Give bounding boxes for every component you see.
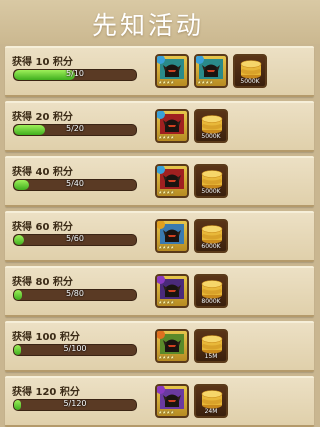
- row-label: 获得 40 积分: [12, 167, 73, 178]
- element-badge-icon: [157, 56, 165, 64]
- progress-text: 5/10: [66, 69, 84, 78]
- progress-text: 5/100: [63, 344, 87, 353]
- hero-reward[interactable]: ★★★★: [155, 219, 189, 253]
- element-badge-icon: [157, 331, 165, 339]
- progress-text: 5/40: [66, 179, 84, 188]
- hero-reward[interactable]: ★★★★: [155, 54, 189, 88]
- reward-row[interactable]: 获得 100 积分 5/100 ★★★★ 15M: [5, 321, 314, 372]
- progress-text: 5/120: [63, 399, 87, 408]
- gold-reward[interactable]: 5000K: [194, 109, 228, 143]
- star-rating-icon: ★★★★: [158, 410, 174, 416]
- star-rating-icon: ★★★★: [197, 80, 213, 86]
- element-badge-icon: [157, 221, 165, 229]
- reward-row[interactable]: 获得 80 积分 5/80 ★★★★ 8000K: [5, 266, 314, 317]
- element-badge-icon: [157, 111, 165, 119]
- reward-row[interactable]: 获得 40 积分 5/40 ★★★★ 5000K: [5, 156, 314, 207]
- reward-amount: 6000K: [201, 243, 221, 250]
- star-rating-icon: ★★★★: [158, 300, 174, 306]
- reward-amount: 5000K: [201, 188, 221, 195]
- progress-text: 5/80: [66, 289, 84, 298]
- progress-bar: 5/40: [13, 179, 137, 191]
- hero-reward[interactable]: ★★★★: [155, 384, 189, 418]
- gold-reward[interactable]: 6000K: [194, 219, 228, 253]
- reward-amount: 24M: [204, 408, 218, 415]
- reward-row[interactable]: 获得 20 积分 5/20 ★★★★ 5000K: [5, 101, 314, 152]
- element-badge-icon: [196, 56, 204, 64]
- star-rating-icon: ★★★★: [158, 245, 174, 251]
- hero-reward[interactable]: ★★★★: [155, 329, 189, 363]
- row-label: 获得 120 积分: [12, 387, 80, 398]
- reward-amount: 5000K: [201, 133, 221, 140]
- reward-row[interactable]: 获得 120 积分 5/120 ★★★★ 24M: [5, 376, 314, 427]
- reward-row[interactable]: 获得 60 积分 5/60 ★★★★ 6000K: [5, 211, 314, 262]
- reward-amount: 8000K: [201, 298, 221, 305]
- reward-amount: 15M: [204, 353, 218, 360]
- star-rating-icon: ★★★★: [158, 80, 174, 86]
- page-title: 先知活动: [92, 11, 205, 40]
- hero-reward[interactable]: ★★★★: [194, 54, 228, 88]
- row-label: 获得 20 积分: [12, 112, 73, 123]
- progress-bar: 5/20: [13, 124, 137, 136]
- progress-text: 5/20: [66, 124, 84, 133]
- row-label: 获得 100 积分: [12, 332, 80, 343]
- gold-reward[interactable]: 24M: [194, 384, 228, 418]
- hero-reward[interactable]: ★★★★: [155, 274, 189, 308]
- row-label: 获得 60 积分: [12, 222, 73, 233]
- hero-reward[interactable]: ★★★★: [155, 164, 189, 198]
- gold-reward[interactable]: 5000K: [194, 164, 228, 198]
- element-badge-icon: [157, 166, 165, 174]
- header: 先知活动: [0, 0, 320, 44]
- star-rating-icon: ★★★★: [158, 355, 174, 361]
- progress-bar: 5/100: [13, 344, 137, 356]
- star-rating-icon: ★★★★: [158, 135, 174, 141]
- gold-reward[interactable]: 5000K: [233, 54, 267, 88]
- reward-row[interactable]: 获得 10 积分 5/10 ★★★★ ★★★★ 5000K: [5, 46, 314, 97]
- progress-bar: 5/60: [13, 234, 137, 246]
- row-label: 获得 80 积分: [12, 277, 73, 288]
- reward-amount: 5000K: [240, 78, 260, 85]
- progress-bar: 5/120: [13, 399, 137, 411]
- gold-reward[interactable]: 15M: [194, 329, 228, 363]
- progress-bar: 5/80: [13, 289, 137, 301]
- row-label: 获得 10 积分: [12, 57, 73, 68]
- gold-reward[interactable]: 8000K: [194, 274, 228, 308]
- element-badge-icon: [157, 276, 165, 284]
- star-rating-icon: ★★★★: [158, 190, 174, 196]
- element-badge-icon: [157, 386, 165, 394]
- progress-text: 5/60: [66, 234, 84, 243]
- hero-reward[interactable]: ★★★★: [155, 109, 189, 143]
- progress-bar: 5/10: [13, 69, 137, 81]
